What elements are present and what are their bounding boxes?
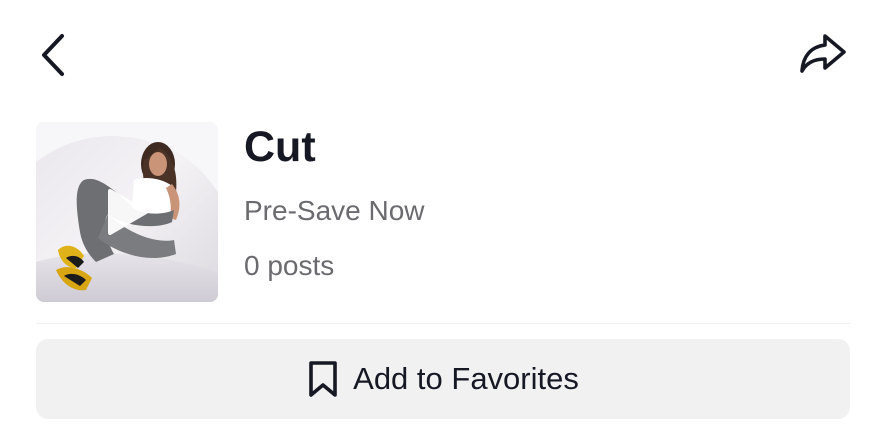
- back-button[interactable]: [30, 28, 76, 82]
- sound-title: Cut: [244, 123, 316, 171]
- share-button[interactable]: [792, 26, 854, 82]
- play-icon: [36, 122, 218, 302]
- add-to-favorites-button[interactable]: Add to Favorites: [36, 339, 850, 419]
- share-arrow-icon: [800, 34, 846, 73]
- pre-save-link[interactable]: Pre-Save Now: [244, 191, 425, 231]
- divider: [36, 323, 850, 324]
- posts-count: 0 posts: [244, 250, 335, 281]
- chevron-left-icon: [42, 34, 64, 76]
- album-cover[interactable]: [36, 122, 218, 302]
- add-to-favorites-label: Add to Favorites: [353, 361, 579, 396]
- bookmark-icon: [307, 359, 339, 399]
- sound-page: Cut Pre-Save Now 0 posts Add to Favorite…: [0, 0, 886, 434]
